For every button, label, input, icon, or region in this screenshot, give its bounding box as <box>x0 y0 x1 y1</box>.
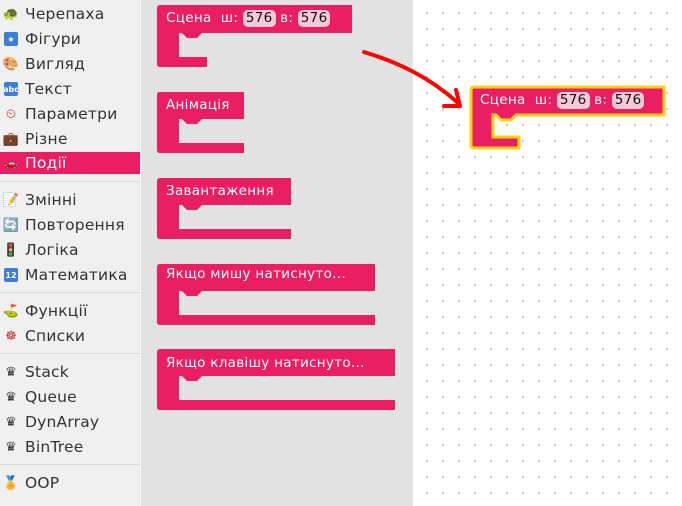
sidebar-divider <box>0 181 140 182</box>
block-label: Завантаження <box>166 183 274 199</box>
crown-icon: ♛ <box>5 439 17 455</box>
category-variables[interactable]: 📝 Змінні <box>0 189 140 211</box>
briefcase-icon: 💼 <box>2 131 20 147</box>
workspace-scene-block[interactable]: Сцена ш: 576 в: 576 <box>469 85 669 151</box>
scene-block[interactable]: Сцена ш: 576 в: 576 <box>157 5 357 69</box>
category-oop[interactable]: 🏅 OOP <box>0 472 140 494</box>
red-arrow-annotation <box>362 50 462 108</box>
palette-icon: 🎨 <box>2 56 20 72</box>
category-text[interactable]: abc Текст <box>0 78 140 100</box>
category-bintree[interactable]: ♛ BinTree <box>0 436 140 458</box>
memo-icon: 📝 <box>2 192 20 208</box>
crown-icon: ♛ <box>5 389 17 405</box>
category-dynarray[interactable]: ♛ DynArray <box>0 411 140 433</box>
height-input[interactable]: 576 <box>297 10 331 27</box>
turtle-icon: 🐢 <box>2 6 20 22</box>
wheel-icon: ☸ <box>5 328 17 344</box>
sidebar-divider <box>0 292 140 293</box>
loading-block[interactable]: Завантаження <box>157 178 297 240</box>
cycle-icon: 🔄 <box>2 217 20 233</box>
block-label: Якщо клавішу натиснуто... <box>166 355 365 371</box>
category-parameters[interactable]: ⏲ Параметри <box>0 103 140 125</box>
animation-block[interactable]: Анімація <box>157 92 257 154</box>
shapes-icon: ★ <box>0 32 22 46</box>
category-turtle[interactable]: 🐢 Черепаха <box>0 3 140 25</box>
category-loops[interactable]: 🔄 Повторення <box>0 214 140 236</box>
category-lists[interactable]: ☸ Списки <box>0 325 140 347</box>
category-events[interactable]: 🚗 Події <box>0 152 140 174</box>
abc-text-icon: abc <box>0 82 22 96</box>
block-label: Якщо мишу натиснуто... <box>166 266 346 282</box>
category-logic[interactable]: 🚦 Логіка <box>0 239 140 261</box>
category-shapes[interactable]: ★ Фігури <box>0 28 140 50</box>
category-sidebar: 🐢 Черепаха ★ Фігури 🎨 Вигляд abc Текст ⏲… <box>0 0 140 506</box>
category-queue[interactable]: ♛ Queue <box>0 386 140 408</box>
width-input[interactable]: 576 <box>556 92 590 109</box>
category-functions[interactable]: ⛳ Функції <box>0 300 140 322</box>
block-label: Анімація <box>166 97 230 113</box>
traffic-light-icon: 🚦 <box>2 242 20 258</box>
numbers-icon: 12 <box>0 268 22 282</box>
category-misc[interactable]: 💼 Різне <box>0 128 140 150</box>
mouse-pressed-block[interactable]: Якщо мишу натиснуто... <box>157 264 379 326</box>
key-pressed-block[interactable]: Якщо клавішу натиснуто... <box>157 349 397 411</box>
crown-icon: ♛ <box>5 364 17 380</box>
clock-icon: ⏲ <box>5 106 17 122</box>
height-input[interactable]: 576 <box>611 92 645 109</box>
sidebar-divider <box>0 464 140 465</box>
category-appearance[interactable]: 🎨 Вигляд <box>0 53 140 75</box>
golf-flag-icon: ⛳ <box>2 303 20 319</box>
width-input[interactable]: 576 <box>242 10 276 27</box>
car-icon: 🚗 <box>4 156 18 170</box>
category-stack[interactable]: ♛ Stack <box>0 361 140 383</box>
category-math[interactable]: 12 Математика <box>0 264 140 286</box>
medal-icon: 🏅 <box>2 475 20 491</box>
sidebar-divider <box>0 353 140 354</box>
crown-icon: ♛ <box>5 414 17 430</box>
